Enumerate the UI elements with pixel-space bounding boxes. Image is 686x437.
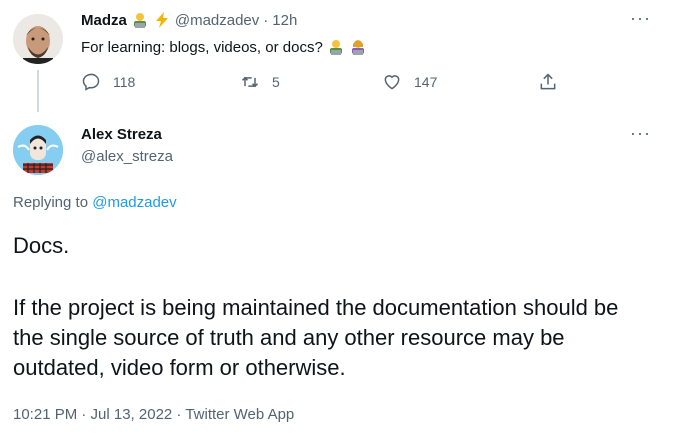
parent-tweet-text: For learning: blogs, videos, or docs? [81, 38, 323, 56]
retweet-icon [241, 76, 259, 88]
parent-handle[interactable]: @madzadev [175, 12, 259, 29]
parent-more-icon[interactable]: ··· [630, 8, 651, 29]
lightning-icon [153, 11, 171, 29]
separator-dot: · [263, 11, 269, 29]
reply-icon [82, 73, 100, 91]
replying-to-line: Replying to @madzadev [13, 194, 177, 211]
parent-tweet-header: Madza @madzadev · 12h [81, 11, 297, 29]
reply-display-name[interactable]: Alex Streza [81, 126, 162, 143]
woman-technologist-icon [349, 38, 367, 56]
reply-paragraph-2: If the project is being maintained the d… [13, 295, 619, 380]
technologist-icon [327, 38, 345, 56]
tweet-meta[interactable]: 10:21 PM · Jul 13, 2022 · Twitter Web Ap… [13, 406, 294, 423]
avatar-illustration-icon [13, 125, 63, 175]
reply-action[interactable]: 118 [81, 72, 135, 92]
reply-paragraph-1: Docs. [13, 233, 70, 258]
like-count: 147 [414, 74, 438, 90]
like-action[interactable]: 147 [382, 72, 437, 92]
replying-to-label: Replying to [13, 194, 89, 211]
reply-avatar[interactable] [13, 125, 63, 175]
replying-to-handle-link[interactable]: @madzadev [92, 194, 176, 211]
parent-time[interactable]: 12h [272, 12, 297, 29]
reply-count: 118 [113, 74, 136, 90]
thread-connector-line [37, 70, 39, 112]
reply-handle[interactable]: @alex_streza [81, 148, 173, 165]
retweet-action[interactable]: 5 [240, 72, 280, 92]
reply-more-icon[interactable]: ··· [630, 123, 651, 144]
parent-avatar[interactable] [13, 14, 63, 64]
technologist-icon [131, 11, 149, 29]
share-icon [540, 73, 556, 90]
retweet-count: 5 [272, 74, 280, 90]
parent-display-name[interactable]: Madza [81, 12, 127, 29]
share-action[interactable] [538, 72, 558, 92]
parent-tweet-text-row: For learning: blogs, videos, or docs? [81, 38, 367, 56]
avatar-photo-icon [13, 14, 63, 64]
heart-icon [384, 75, 400, 90]
